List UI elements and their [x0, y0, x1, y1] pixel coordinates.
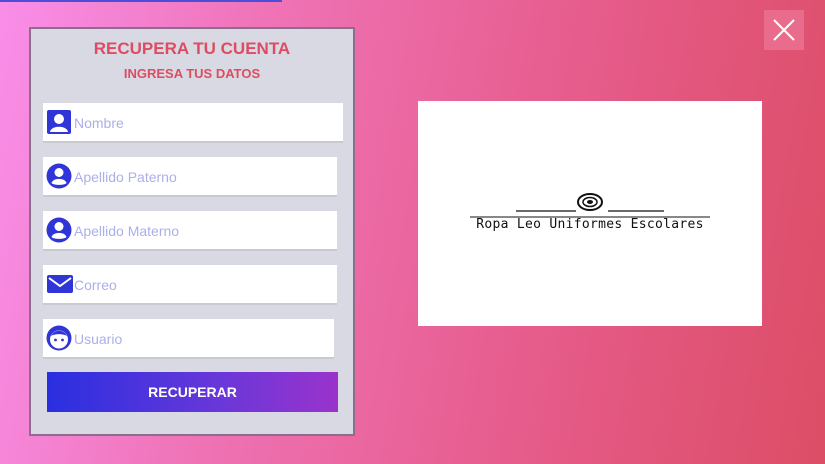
recovery-panel: RECUPERA TU CUENTA INGRESA TUS DATOS Nom… [29, 27, 355, 436]
apellido-materno-field[interactable]: Apellido Materno [43, 211, 337, 251]
apellido-paterno-field[interactable]: Apellido Paterno [43, 157, 337, 197]
form-title: RECUPERA TU CUENTA [93, 39, 291, 58]
logo-text: Ropa Leo Uniformes Escolares [476, 217, 704, 232]
envelope-icon [46, 271, 73, 297]
usuario-placeholder: Usuario [74, 331, 123, 347]
top-accent-line [0, 0, 282, 2]
nombre-field[interactable]: Nombre [43, 103, 343, 143]
nombre-placeholder: Nombre [74, 115, 124, 131]
form-subtitle: INGRESA TUS DATOS [123, 66, 261, 81]
close-button[interactable] [764, 10, 804, 50]
apellido-paterno-placeholder: Apellido Paterno [74, 169, 177, 185]
user-circle-icon [46, 217, 72, 243]
person-card-icon [46, 109, 72, 135]
logo-emblem-icon [470, 193, 710, 218]
recuperar-button[interactable]: RECUPERAR [47, 372, 338, 412]
close-icon [764, 19, 804, 54]
usuario-field[interactable]: Usuario [43, 319, 334, 359]
user-circle-icon [46, 163, 72, 189]
apellido-materno-placeholder: Apellido Materno [74, 223, 180, 239]
face-icon [46, 325, 72, 351]
logo-image: Ropa Leo Uniformes Escolares [418, 101, 762, 326]
correo-field[interactable]: Correo [43, 265, 337, 305]
correo-placeholder: Correo [74, 277, 117, 293]
